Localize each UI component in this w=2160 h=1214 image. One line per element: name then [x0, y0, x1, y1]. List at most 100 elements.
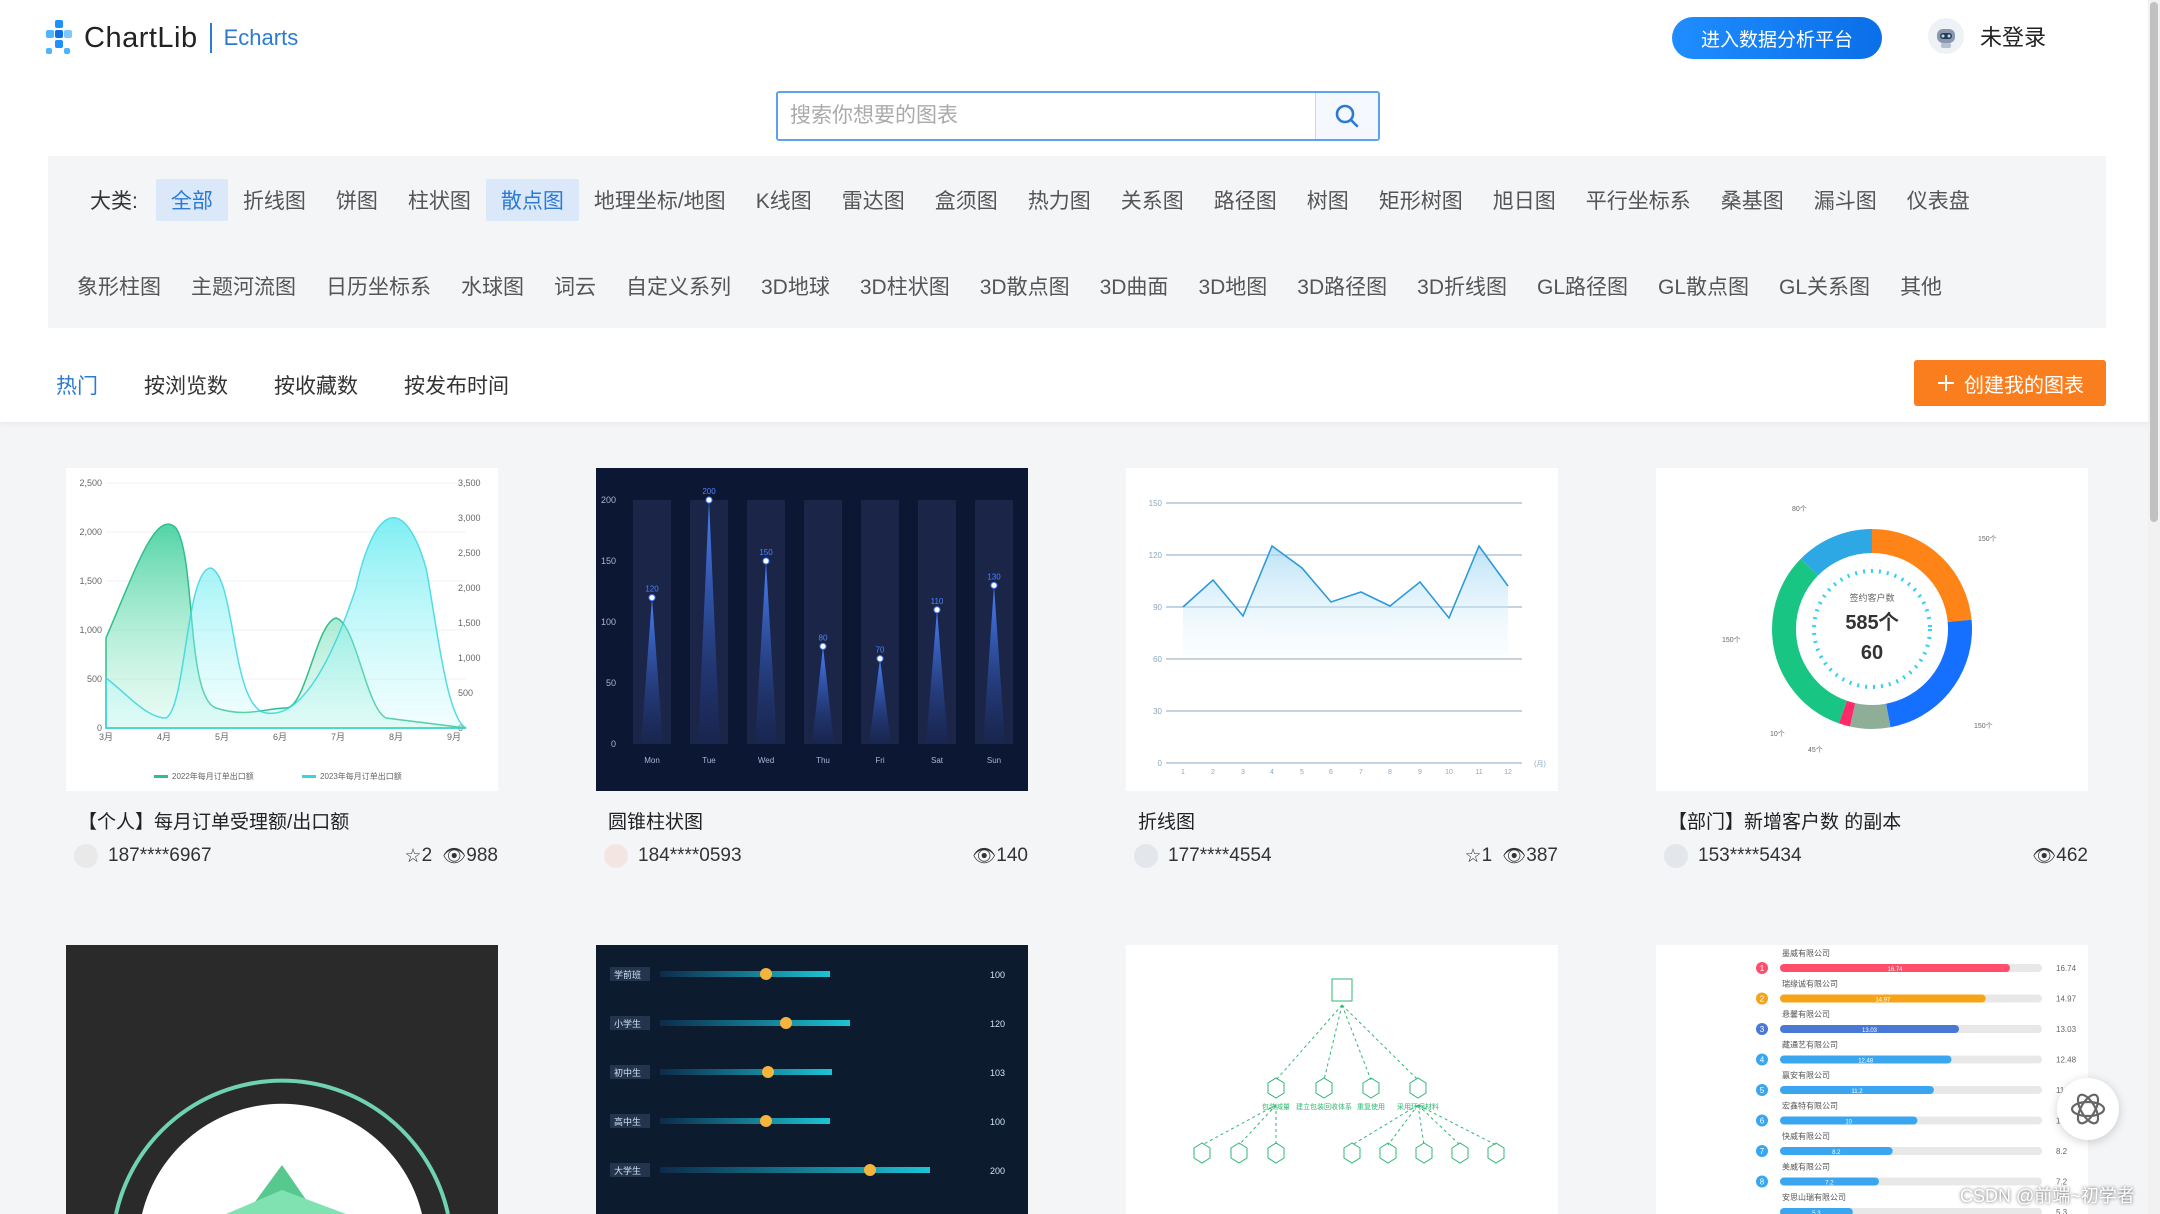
chart-thumbnail[interactable]: 150 120 90 60 30 0 1 2 3 4 5 6 7 8 9 10 …	[1126, 468, 1558, 791]
category-other[interactable]: 其他	[1885, 265, 1957, 307]
category-pie[interactable]: 饼图	[321, 179, 393, 221]
logo[interactable]: ChartLib Echarts	[44, 18, 298, 58]
card-title[interactable]: 圆锥柱状图	[608, 807, 1028, 834]
card-views: 462	[2056, 845, 2088, 866]
card-views: 387	[1526, 845, 1558, 866]
slice-label: 150个	[1978, 535, 1997, 543]
cone-bar-label: 150	[759, 548, 773, 557]
create-chart-button[interactable]: 创建我的图表	[1914, 360, 2106, 406]
category-gauge[interactable]: 仪表盘	[1892, 179, 1985, 221]
tree-node-label: 建立包装回收体系	[1296, 1102, 1352, 1111]
category-3d-lines[interactable]: 3D路径图	[1282, 265, 1402, 307]
user-menu[interactable]: 未登录	[1928, 18, 2046, 54]
card-title[interactable]: 折线图	[1138, 807, 1558, 834]
enter-platform-button[interactable]: 进入数据分析平台	[1672, 17, 1882, 59]
rank-company: 安思山瑞有限公司	[1782, 1192, 1846, 1202]
category-wordcloud[interactable]: 词云	[539, 265, 611, 307]
chart-thumbnail[interactable]: 学前班 100 小学生 120 初中生 103 高中生 100 大学生 200	[596, 945, 1028, 1214]
x-unit: (月)	[1534, 760, 1546, 768]
x-tick: 6	[1329, 769, 1333, 776]
x-tick: Mon	[644, 756, 660, 765]
cone-bar-point	[705, 496, 713, 504]
scrollbar-thumb[interactable]	[2150, 2, 2158, 522]
sort-favorites[interactable]: 按收藏数	[268, 364, 364, 406]
category-tree[interactable]: 树图	[1292, 179, 1364, 221]
category-sankey[interactable]: 桑基图	[1706, 179, 1799, 221]
cone-bar-point	[819, 642, 827, 650]
search-button[interactable]	[1315, 93, 1378, 139]
rank-value: 12.48	[2056, 1056, 2077, 1065]
category-parallel[interactable]: 平行坐标系	[1571, 179, 1706, 221]
sort-publish-time[interactable]: 按发布时间	[398, 364, 515, 406]
category-scatter[interactable]: 散点图	[485, 179, 579, 221]
category-3d-globe[interactable]: 3D地球	[746, 265, 845, 307]
y-tick: 120	[1149, 551, 1163, 560]
rank-bar-label: 13.03	[1862, 1028, 1878, 1034]
category-heatmap[interactable]: 热力图	[1013, 179, 1106, 221]
sort-views[interactable]: 按浏览数	[138, 364, 234, 406]
legend-item: 2023年每月订单出口额	[320, 771, 402, 781]
category-gl-graph[interactable]: GL关系图	[1764, 265, 1885, 307]
chart-thumbnail[interactable]: 包装减量 建立包装回收体系 重复使用 采用环保材料	[1126, 945, 1558, 1214]
category-3d-scatter[interactable]: 3D散点图	[965, 265, 1085, 307]
category-radar[interactable]: 雷达图	[827, 179, 920, 221]
card-author: 184****0593	[638, 845, 742, 866]
category-3d-surface[interactable]: 3D曲面	[1085, 265, 1184, 307]
category-3d-bar[interactable]: 3D柱状图	[845, 265, 965, 307]
star-icon[interactable]: ☆	[1465, 845, 1482, 868]
category-bar[interactable]: 柱状图	[393, 179, 486, 221]
category-boxplot[interactable]: 盒须图	[920, 179, 1013, 221]
card-views: 988	[466, 845, 498, 866]
chart-card[interactable]: 2,500 2,000 1,500 1,000 500 0 3,500 3,00…	[66, 468, 498, 868]
cone-bar-label: 200	[702, 487, 716, 496]
chart-card[interactable]: 150 120 90 60 30 0 1 2 3 4 5 6 7 8 9 10 …	[1126, 468, 1558, 868]
x-tick: 3月	[99, 732, 113, 742]
category-geo[interactable]: 地理坐标/地图	[579, 179, 741, 221]
chart-card[interactable]: 学前班 100 小学生 120 初中生 103 高中生 100 大学生 200	[596, 945, 1028, 1214]
chart-card[interactable]: 200 150 100 50 0 120 200 150 80 70 110 130 Mon…	[596, 468, 1028, 868]
category-sunburst[interactable]: 旭日图	[1478, 179, 1571, 221]
chart-thumbnail[interactable]: 200 150 100 50 0 120 200 150 80 70 110 130 Mon…	[596, 468, 1028, 791]
category-theme-river[interactable]: 主题河流图	[176, 265, 311, 307]
chart-thumbnail[interactable]	[66, 945, 498, 1214]
x-tick: 7月	[331, 732, 345, 742]
chart-card[interactable]	[66, 945, 498, 1214]
card-title[interactable]: 【个人】每月订单受理额/出口额	[78, 807, 498, 834]
category-kline[interactable]: K线图	[741, 179, 827, 221]
card-stars: 1	[1481, 845, 1493, 866]
x-tick: 5	[1300, 769, 1304, 776]
sort-hot[interactable]: 热门	[50, 364, 104, 406]
category-liquidfill[interactable]: 水球图	[446, 265, 539, 307]
chart-thumbnail[interactable]: 2,500 2,000 1,500 1,000 500 0 3,500 3,00…	[66, 468, 498, 791]
category-pictorial-bar[interactable]: 象形柱图	[62, 265, 176, 307]
category-treemap[interactable]: 矩形树图	[1364, 179, 1478, 221]
category-all[interactable]: 全部	[155, 179, 228, 221]
search-input[interactable]	[778, 93, 1315, 139]
x-tick: Thu	[816, 756, 830, 765]
category-custom[interactable]: 自定义系列	[611, 265, 746, 307]
category-gl-scatter[interactable]: GL散点图	[1643, 265, 1764, 307]
category-3d-line[interactable]: 3D折线图	[1402, 265, 1522, 307]
category-line[interactable]: 折线图	[228, 179, 321, 221]
category-row-2: 象形柱图 主题河流图 日历坐标系 水球图 词云 自定义系列 3D地球 3D柱状图…	[62, 264, 1957, 308]
category-lines[interactable]: 路径图	[1199, 179, 1292, 221]
category-graph[interactable]: 关系图	[1106, 179, 1199, 221]
chart-thumbnail[interactable]: 签约客户数 585个 60 80个 150个 150个 150个 10个 45个	[1656, 468, 2088, 791]
y-left-tick: 2,500	[79, 478, 102, 488]
rank-value: 16.74	[2056, 964, 2077, 973]
chart-card[interactable]: 墨威有限公司 1 16.74 16.74 瑞缘诚有限公司 2 14.97 14.97 悬馨有限公…	[1656, 945, 2088, 1214]
category-gl-lines[interactable]: GL路径图	[1522, 265, 1643, 307]
star-icon[interactable]: ☆	[405, 845, 422, 868]
chart-card[interactable]: 包装减量 建立包装回收体系 重复使用 采用环保材料	[1126, 945, 1558, 1214]
x-tick: 9	[1418, 769, 1422, 776]
category-funnel[interactable]: 漏斗图	[1799, 179, 1892, 221]
chart-thumbnail[interactable]: 墨威有限公司 1 16.74 16.74 瑞缘诚有限公司 2 14.97 14.97 悬馨有限公…	[1656, 945, 2088, 1214]
chart-card[interactable]: 签约客户数 585个 60 80个 150个 150个 150个 10个 45个…	[1656, 468, 2088, 868]
category-3d-map[interactable]: 3D地图	[1183, 265, 1282, 307]
category-calendar[interactable]: 日历坐标系	[311, 265, 446, 307]
floating-assistant-button[interactable]	[2057, 1078, 2119, 1140]
logo-icon	[44, 18, 74, 58]
card-title[interactable]: 【部门】新增客户数 的副本	[1668, 807, 2088, 834]
cone-bar-label: 70	[876, 646, 885, 655]
login-status[interactable]: 未登录	[1980, 20, 2046, 52]
